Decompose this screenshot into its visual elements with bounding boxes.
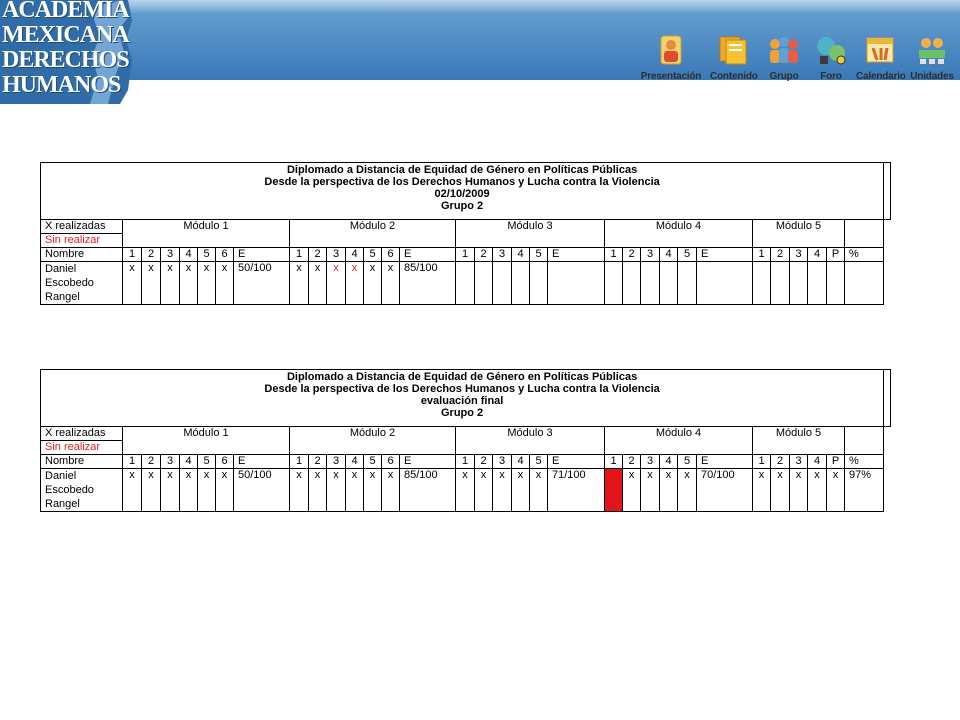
module-score: 50/100	[233, 261, 290, 305]
academy-logo[interactable]: ACADEMIA MEXICANA DERECHOS HUMANOS	[0, 0, 134, 104]
module-score: 50/100	[233, 468, 290, 512]
logo-title: ACADEMIA MEXICANA DERECHOS HUMANOS	[2, 0, 130, 98]
name-header: Nombre	[40, 247, 123, 262]
pending-cell: x	[345, 261, 364, 305]
module-header: Módulo 2	[289, 426, 456, 455]
nav-contenido[interactable]: Contenido	[710, 34, 758, 82]
presentation-icon	[660, 35, 682, 65]
module-score: 85/100	[399, 261, 456, 305]
module-header: Módulo 5	[752, 219, 845, 248]
student-name: Daniel Escobedo Rangel	[40, 261, 123, 305]
legend-done: X realizadas	[40, 426, 123, 441]
percent-header: %	[843, 247, 885, 262]
module-score: 70/100	[696, 468, 753, 512]
module-header: Módulo 3	[455, 219, 605, 248]
nav-grupo[interactable]: Grupo	[764, 34, 804, 82]
grades-table-1: Diplomado a Distancia de Equidad de Géne…	[39, 162, 891, 305]
percent-value: 97%	[843, 468, 885, 512]
module-header: Módulo 4	[604, 219, 753, 248]
module-header: Módulo 1	[122, 219, 290, 248]
table-title: Diplomado a Distancia de Equidad de Géne…	[39, 369, 885, 427]
legend-pending: Sin realizar	[40, 233, 123, 248]
nav-unidades[interactable]: Unidades	[910, 34, 954, 82]
group-icon	[770, 37, 798, 63]
percent-header: %	[843, 454, 885, 469]
nav-foro[interactable]: Foro	[812, 34, 850, 82]
pending-cell: x	[326, 261, 346, 305]
legend-pending: Sin realizar	[40, 440, 123, 455]
units-icon	[919, 38, 945, 64]
module-header: Módulo 3	[455, 426, 605, 455]
module-header: Módulo 5	[752, 426, 845, 455]
module-score: 71/100	[547, 468, 605, 512]
legend-done: X realizadas	[40, 219, 123, 234]
pending-cell-filled	[604, 468, 623, 512]
table-title: Diplomado a Distancia de Equidad de Géne…	[39, 162, 885, 220]
table-row: Daniel Escobedo Rangel x x x x x x 50/10…	[40, 261, 891, 305]
module-header: Módulo 1	[122, 426, 290, 455]
name-header: Nombre	[40, 454, 123, 469]
percent-value	[843, 261, 885, 305]
forum-icon	[817, 37, 846, 65]
student-name: Daniel Escobedo Rangel	[40, 468, 123, 512]
nav-presentacion[interactable]: Presentación	[640, 34, 702, 82]
module-header: Módulo 2	[289, 219, 456, 248]
content-icon	[719, 36, 747, 65]
grades-table-2: Diplomado a Distancia de Equidad de Géne…	[39, 369, 891, 512]
module-header: Módulo 4	[604, 426, 753, 455]
nav-calendario[interactable]: Calendario	[856, 34, 906, 82]
module-score: 85/100	[399, 468, 456, 512]
calendar-icon	[866, 37, 894, 63]
table-row: Daniel Escobedo Rangel x x x x x x 50/10…	[40, 468, 891, 512]
